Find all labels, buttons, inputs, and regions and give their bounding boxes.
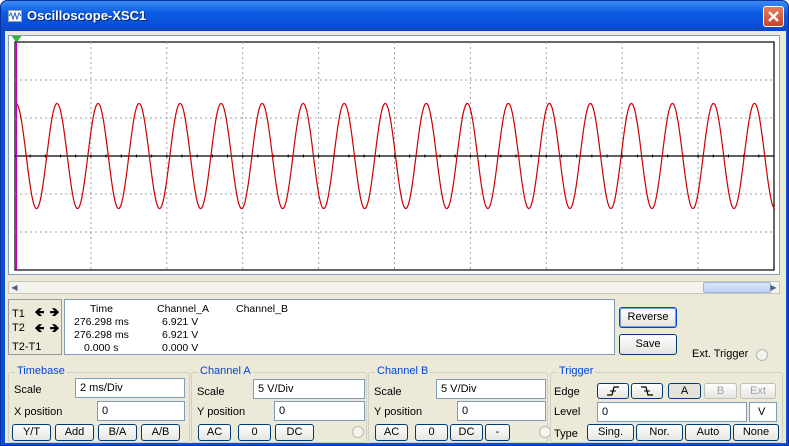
timebase-group: Timebase Scale 2 ms/Div X position 0 Y/T… (8, 365, 190, 443)
oscilloscope-window: Oscilloscope-XSC1 ◀ ▶ T1 🡸 🡺 T2 🡸 🡺 T2-T… (0, 0, 789, 446)
oscilloscope-panel: ◀ ▶ T1 🡸 🡺 T2 🡸 🡺 T2-T1 Time Channel_A C… (5, 31, 786, 443)
cursor-diff-label: T2-T1 (12, 341, 42, 353)
channel-b-negative-button[interactable]: - (485, 424, 510, 441)
trigger-level-unit[interactable]: V (749, 402, 777, 422)
channel-b-dc-button[interactable]: DC (450, 424, 483, 441)
trigger-level-label: Level (554, 406, 581, 418)
t1-left-arrow-icon[interactable]: 🡸 (33, 306, 46, 319)
readout-t2-time: 276.298 ms (74, 329, 129, 341)
readout-t1-channel-a: 6.921 V (162, 316, 199, 328)
channel-b-ac-button[interactable]: AC (375, 424, 408, 441)
trigger-single-button[interactable]: Sing. (587, 424, 634, 441)
t2-left-arrow-icon[interactable]: 🡸 (33, 322, 46, 335)
readout-t2-channel-a: 6.921 V (162, 329, 199, 341)
t1-right-arrow-icon[interactable]: 🡺 (48, 306, 61, 319)
trigger-auto-button[interactable]: Auto (685, 424, 731, 441)
window-title: Oscilloscope-XSC1 (27, 8, 147, 23)
trigger-type-label: Type (554, 428, 578, 440)
channel-b-y-position-field[interactable]: 0 (457, 401, 546, 421)
measurement-readout: Time Channel_A Channel_B 276.298 ms 6.92… (64, 299, 615, 355)
channel-b-y-position-label: Y position (374, 406, 423, 418)
channel-a-zero-button[interactable]: 0 (238, 424, 271, 441)
scrollbar-thumb[interactable] (703, 282, 771, 293)
channel-a-y-position-field[interactable]: 0 (274, 401, 365, 421)
trigger-source-b-button[interactable]: B (704, 383, 737, 399)
readout-diff-channel-a: 0.000 V (162, 342, 199, 354)
readout-header-time: Time (90, 303, 113, 315)
t2-right-arrow-icon[interactable]: 🡺 (48, 322, 61, 335)
mode-ba-button[interactable]: B/A (98, 424, 137, 441)
readout-diff-time: 0.000 s (84, 342, 119, 354)
timebase-scale-label: Scale (14, 384, 42, 396)
close-icon (768, 11, 779, 22)
channel-a-title: Channel A (198, 365, 253, 377)
scroll-right-icon[interactable]: ▶ (768, 283, 779, 292)
trigger-title: Trigger (557, 365, 596, 377)
timebase-scale-field[interactable]: 2 ms/Div (75, 378, 185, 398)
trigger-normal-button[interactable]: Nor. (636, 424, 683, 441)
channel-a-y-position-label: Y position (197, 406, 246, 418)
oscilloscope-app-icon (8, 10, 22, 22)
channel-b-scale-label: Scale (374, 386, 402, 398)
close-button[interactable] (763, 6, 784, 27)
cursor-t1-label: T1 (12, 308, 25, 320)
cursor-controls: T1 🡸 🡺 T2 🡸 🡺 T2-T1 (8, 299, 62, 355)
falling-edge-icon (641, 386, 653, 396)
trigger-level-field[interactable]: 0 (597, 402, 747, 422)
mode-ab-button[interactable]: A/B (141, 424, 180, 441)
cursor-t2-label: T2 (12, 322, 25, 334)
scroll-left-icon[interactable]: ◀ (9, 283, 20, 292)
channel-a-terminal[interactable] (352, 426, 364, 438)
mode-add-button[interactable]: Add (55, 424, 94, 441)
trigger-source-a-button[interactable]: A (668, 383, 701, 399)
readout-t1-time: 276.298 ms (74, 316, 129, 328)
trigger-group: Trigger Edge A B Ext Level 0 V Type Sing… (550, 365, 783, 443)
readout-header-channel-a: Channel_A (157, 303, 209, 315)
ext-trigger-label: Ext. Trigger (692, 348, 749, 360)
scope-display (8, 35, 780, 275)
channel-b-group: Channel B Scale 5 V/Div Y position 0 AC … (368, 365, 551, 443)
falling-edge-button[interactable] (631, 383, 663, 399)
channel-b-zero-button[interactable]: 0 (415, 424, 448, 441)
trigger-edge-label: Edge (554, 386, 580, 398)
x-position-label: X position (14, 406, 63, 418)
cursor-t1-marker[interactable] (11, 36, 22, 43)
timebase-title: Timebase (15, 365, 67, 377)
channel-a-scale-field[interactable]: 5 V/Div (253, 379, 365, 399)
channel-b-title: Channel B (375, 365, 431, 377)
scope-graph (11, 36, 776, 271)
channel-a-ac-button[interactable]: AC (198, 424, 231, 441)
channel-a-scale-label: Scale (197, 386, 225, 398)
rising-edge-button[interactable] (597, 383, 629, 399)
readout-header-channel-b: Channel_B (236, 303, 288, 315)
channel-a-group: Channel A Scale 5 V/Div Y position 0 AC … (191, 365, 367, 443)
channel-a-dc-button[interactable]: DC (275, 424, 314, 441)
save-button[interactable]: Save (619, 334, 677, 355)
rising-edge-icon (607, 386, 619, 396)
reverse-button[interactable]: Reverse (619, 307, 677, 328)
trigger-source-ext-button[interactable]: Ext (740, 383, 776, 399)
ext-trigger-terminal[interactable] (756, 349, 768, 361)
channel-b-scale-field[interactable]: 5 V/Div (436, 379, 546, 399)
x-position-field[interactable]: 0 (97, 401, 185, 421)
mode-yt-button[interactable]: Y/T (12, 424, 51, 441)
title-bar[interactable]: Oscilloscope-XSC1 (1, 1, 788, 31)
horizontal-scrollbar[interactable]: ◀ ▶ (8, 281, 780, 294)
trigger-none-button[interactable]: None (733, 424, 779, 441)
